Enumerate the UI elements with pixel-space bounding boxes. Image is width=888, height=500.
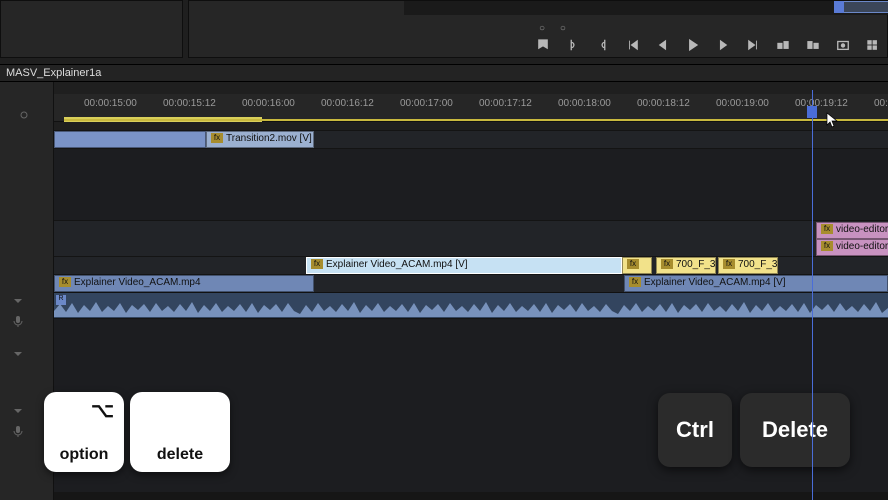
- clip-label: 700_F_35: [676, 259, 716, 270]
- tick: 00:00:18:12: [637, 98, 690, 109]
- playhead-line[interactable]: [812, 90, 813, 500]
- video-track-v1-upper[interactable]: fxExplainer Video_ACAM.mp4 [V] fx fx700_…: [54, 256, 888, 274]
- audio-track-a1[interactable]: R: [54, 292, 888, 318]
- fx-badge: fx: [59, 277, 71, 287]
- marker-icon[interactable]: [535, 37, 551, 53]
- source-panel: [0, 0, 183, 58]
- clip-label: 700_F_35: [738, 259, 778, 270]
- clip-explainer-v[interactable]: fxExplainer Video_ACAM.mp4 [V]: [306, 257, 622, 274]
- keycap-label: option: [60, 446, 109, 464]
- tick: 00:00:15:12: [163, 98, 216, 109]
- tick: 00:00:16:12: [321, 98, 374, 109]
- waveform: [54, 299, 888, 317]
- go-to-out-icon[interactable]: [745, 37, 761, 53]
- work-area-bar[interactable]: [64, 119, 888, 121]
- mic-icon[interactable]: [12, 424, 24, 436]
- clip-transition[interactable]: fxTransition2.mov [V]: [206, 131, 314, 148]
- clip-explainer-b[interactable]: fxExplainer Video_ACAM.mp4 [V]: [624, 275, 888, 292]
- play-icon[interactable]: [685, 37, 701, 53]
- expand-track-icon[interactable]: [12, 347, 24, 359]
- scrub-playhead[interactable]: [834, 1, 844, 13]
- extract-icon[interactable]: [805, 37, 821, 53]
- sequence-tab[interactable]: MASV_Explainer1a: [0, 64, 888, 82]
- go-to-in-icon[interactable]: [625, 37, 641, 53]
- fx-badge: fx: [211, 133, 223, 143]
- tick: 00:00:18:00: [558, 98, 611, 109]
- video-track-v2-spacer: [54, 148, 888, 220]
- clip-label: Explainer Video_ACAM.mp4 [V]: [644, 277, 786, 288]
- program-monitor-bar: ○ ○: [0, 0, 888, 64]
- keycap-delete2: Delete: [740, 393, 850, 467]
- lift-icon[interactable]: [775, 37, 791, 53]
- transport-controls: [535, 37, 881, 53]
- clip-editor1[interactable]: fxvideo-editor-using-pro: [816, 222, 888, 239]
- expand-track-icon[interactable]: [12, 404, 24, 416]
- cursor-arrow-icon: [826, 112, 840, 128]
- video-track-v3[interactable]: fxTransition2.mov [V]: [54, 130, 888, 148]
- keycap-label: delete: [157, 446, 203, 464]
- keycap-option: ⌥ option: [44, 392, 124, 472]
- clip-label: Transition2.mov [V]: [226, 133, 312, 144]
- tick: 00:00:19:12: [795, 98, 848, 109]
- fx-badge: fx: [627, 259, 639, 269]
- expand-track-icon[interactable]: [12, 294, 24, 306]
- in-point-icon[interactable]: [565, 37, 581, 53]
- fx-badge: fx: [629, 277, 641, 287]
- tick: 00:0: [874, 98, 888, 109]
- keycap-label: Ctrl: [676, 417, 714, 443]
- settings-icon[interactable]: [865, 37, 881, 53]
- fx-badge: fx: [311, 259, 323, 269]
- out-point-icon[interactable]: [595, 37, 611, 53]
- zoom-handles[interactable]: ○ ○: [539, 23, 572, 34]
- step-back-icon[interactable]: [655, 37, 671, 53]
- export-frame-icon[interactable]: [835, 37, 851, 53]
- clip-explainer-a[interactable]: fxExplainer Video_ACAM.mp4: [54, 275, 314, 292]
- sequence-name: MASV_Explainer1a: [6, 67, 101, 79]
- playhead-head[interactable]: [807, 106, 817, 118]
- program-panel: ○ ○: [188, 0, 888, 58]
- tick: 00:00:17:12: [479, 98, 532, 109]
- clip-label: video-editor-using-pro: [836, 224, 888, 235]
- clip-yellow-small[interactable]: fx: [622, 257, 652, 274]
- clip-editor2[interactable]: fxvideo-editor-working-: [816, 239, 888, 256]
- clip-blank[interactable]: [54, 131, 206, 148]
- clip-label: video-editor-working-: [836, 241, 888, 252]
- clip-label: Explainer Video_ACAM.mp4: [74, 277, 201, 288]
- clip-label: Explainer Video_ACAM.mp4 [V]: [326, 259, 468, 270]
- clip-stock2[interactable]: fx700_F_35: [718, 257, 778, 274]
- horizontal-scrollbar[interactable]: [54, 492, 888, 500]
- fx-badge: fx: [723, 259, 735, 269]
- video-track-v1-lower[interactable]: fxExplainer Video_ACAM.mp4 fxExplainer V…: [54, 274, 888, 292]
- video-track-v2[interactable]: fxvideo-editor-using-pro fxvideo-editor-…: [54, 220, 888, 256]
- fx-badge: fx: [821, 224, 833, 234]
- clip-stock1[interactable]: fx700_F_35: [656, 257, 716, 274]
- fx-badge: fx: [821, 241, 833, 251]
- step-forward-icon[interactable]: [715, 37, 731, 53]
- tick: 00:00:17:00: [400, 98, 453, 109]
- mic-icon[interactable]: [12, 314, 24, 326]
- option-glyph: ⌥: [91, 398, 114, 423]
- tick: 00:00:19:00: [716, 98, 769, 109]
- fx-badge: fx: [661, 259, 673, 269]
- keycap-ctrl: Ctrl: [658, 393, 732, 467]
- keycap-label: Delete: [762, 417, 828, 443]
- tick: 00:00:16:00: [242, 98, 295, 109]
- tick: 00:00:15:00: [84, 98, 137, 109]
- program-scrub-track[interactable]: [404, 1, 888, 15]
- keycap-delete: delete: [130, 392, 230, 472]
- link-icon[interactable]: [18, 108, 30, 120]
- time-ruler[interactable]: 00:00:15:00 00:00:15:12 00:00:16:00 00:0…: [54, 94, 888, 122]
